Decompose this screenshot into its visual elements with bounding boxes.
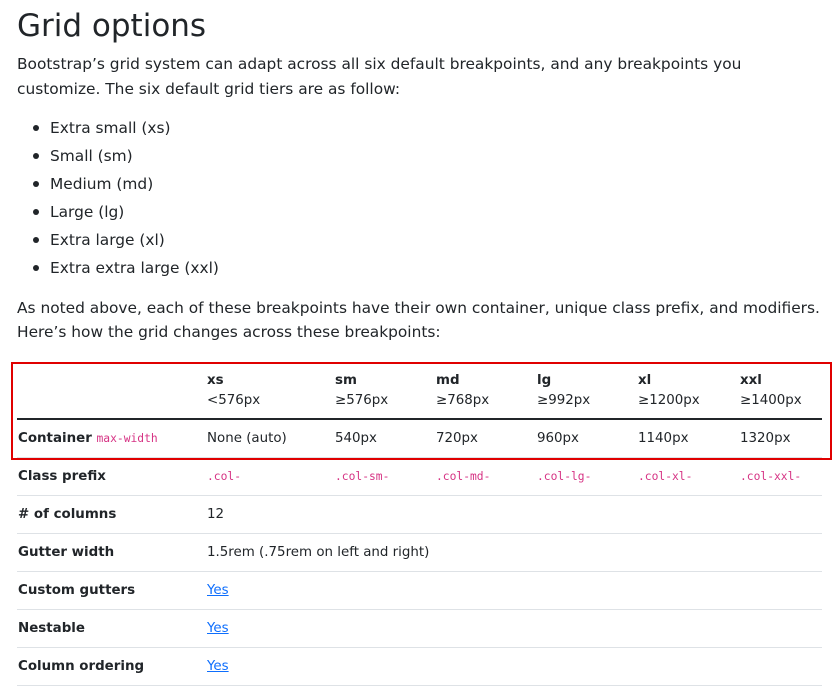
list-item: Large (lg) (0, 198, 219, 226)
table-row-nestable: Nestable Yes (17, 610, 822, 648)
table-cell-code: .col-md- (436, 470, 491, 483)
header-size: ≥1200px (638, 393, 700, 408)
header-size: ≥576px (335, 393, 389, 408)
list-item: Medium (md) (0, 170, 219, 198)
table-cell-code: .col-lg- (537, 470, 592, 483)
list-item-label: Extra extra large (xxl) (50, 259, 219, 277)
nestable-yes-link[interactable]: Yes (207, 619, 229, 639)
list-item: Small (sm) (0, 142, 219, 170)
header-cell-md: md ≥768px (436, 371, 489, 411)
page-title: Grid options (17, 8, 207, 44)
list-item: Extra small (xs) (0, 114, 219, 142)
header-name: xxl (740, 373, 762, 388)
header-name: xl (638, 373, 652, 388)
table-cell: 1140px (638, 431, 689, 446)
bullet-icon (33, 153, 39, 159)
bullet-icon (33, 125, 39, 131)
header-name: sm (335, 373, 357, 388)
grid-options-table: xs <576px sm ≥576px md ≥768px lg ≥992px xl ≥1… (17, 364, 822, 686)
header-size: ≥992px (537, 393, 591, 408)
list-item: Extra extra large (xxl) (0, 254, 219, 282)
header-name: xs (207, 373, 224, 388)
table-row-columns: # of columns 12 (17, 496, 822, 534)
row-label-text: Container (18, 431, 92, 446)
header-size: <576px (207, 393, 261, 408)
list-item: Extra large (xl) (0, 226, 219, 254)
header-size: ≥768px (436, 393, 490, 408)
table-cell-code: .col-xl- (638, 470, 693, 483)
intro-paragraph: Bootstrap’s grid system can adapt across… (17, 55, 742, 98)
bullet-icon (33, 237, 39, 243)
column-ordering-yes-link[interactable]: Yes (207, 657, 229, 677)
row-label: Custom gutters (18, 583, 136, 598)
bullet-icon (33, 265, 39, 271)
table-row-class-prefix: Class prefix .col- .col-sm- .col-md- .co… (17, 457, 822, 496)
row-label: Container max-width (18, 429, 158, 449)
list-item-label: Extra large (xl) (50, 231, 165, 249)
custom-gutters-yes-link[interactable]: Yes (207, 581, 229, 601)
table-cell: 960px (537, 431, 579, 446)
table-row-ordering: Column ordering Yes (17, 648, 822, 686)
header-cell-xs: xs <576px (207, 371, 260, 411)
list-item-label: Medium (md) (50, 175, 154, 193)
table-cell-code: .col-xxl- (740, 470, 802, 483)
table-header-row: xs <576px sm ≥576px md ≥768px lg ≥992px xl ≥1… (17, 364, 822, 420)
header-name: md (436, 373, 460, 388)
header-size: ≥1400px (740, 393, 802, 408)
row-label: Column ordering (18, 659, 145, 674)
header-cell-xxl: xxl ≥1400px (740, 371, 802, 411)
row-label-code: max-width (96, 432, 158, 445)
table-cell-code: .col- (207, 470, 242, 483)
table-cell-code: .col-sm- (335, 470, 390, 483)
header-cell-sm: sm ≥576px (335, 371, 388, 411)
list-item-label: Large (lg) (50, 203, 125, 221)
table-row-gutter: Gutter width 1.5rem (.75rem on left and … (17, 534, 822, 572)
list-item-label: Extra small (xs) (50, 119, 171, 137)
header-name: lg (537, 373, 552, 388)
row-label: Nestable (18, 621, 85, 636)
table-cell: 1320px (740, 431, 791, 446)
table-cell: 540px (335, 431, 377, 446)
row-label: Gutter width (18, 545, 115, 560)
note-paragraph: As noted above, each of these breakpoint… (17, 299, 820, 341)
table-row-custom-gutters: Custom gutters Yes (17, 572, 822, 610)
table-cell: 12 (207, 507, 225, 522)
header-cell-xl: xl ≥1200px (638, 371, 700, 411)
bullet-icon (33, 209, 39, 215)
row-label: Class prefix (18, 469, 106, 484)
table-row-container: Container max-width None (auto) 540px 72… (17, 420, 822, 457)
header-cell-lg: lg ≥992px (537, 371, 590, 411)
table-cell: 720px (436, 431, 478, 446)
table-cell: None (auto) (207, 431, 287, 446)
tier-list: Extra small (xs) Small (sm) Medium (md) … (0, 114, 219, 282)
list-item-label: Small (sm) (50, 147, 133, 165)
table-cell: 1.5rem (.75rem on left and right) (207, 545, 430, 560)
row-label: # of columns (18, 507, 117, 522)
bullet-icon (33, 181, 39, 187)
